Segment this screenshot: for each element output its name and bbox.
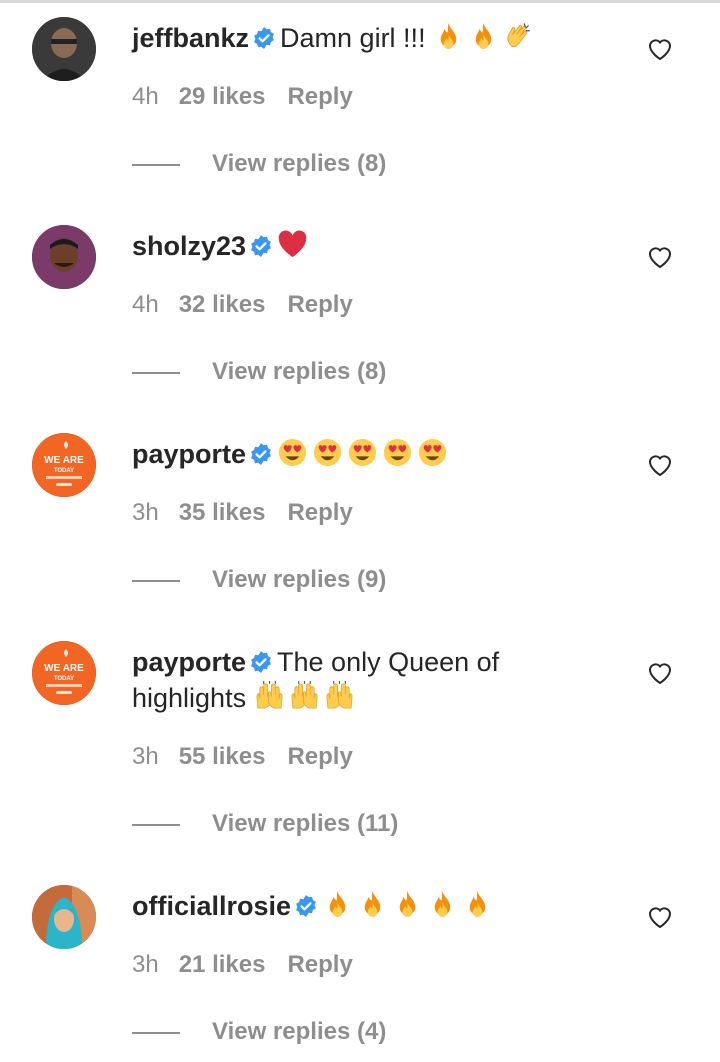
red-heart-emoji-icon [277, 229, 308, 260]
likes-count[interactable]: 21 likes [179, 951, 266, 978]
verified-badge-icon [249, 234, 273, 258]
timestamp: 4h [132, 83, 159, 110]
like-heart-icon[interactable] [646, 451, 674, 479]
fire-emoji-icon [427, 889, 458, 920]
timestamp: 3h [132, 951, 159, 978]
heart-eyes-emoji-icon [347, 437, 378, 468]
username-link[interactable]: sholzy23 [132, 231, 246, 261]
avatar[interactable] [32, 885, 96, 949]
emoji-row [277, 437, 452, 477]
fire-emoji-icon [433, 21, 464, 52]
emoji-row [322, 889, 497, 929]
replies-divider [132, 371, 180, 374]
view-replies-button[interactable]: View replies (8) [132, 150, 386, 178]
reply-button[interactable]: Reply [287, 291, 352, 318]
reply-button[interactable]: Reply [287, 951, 352, 978]
like-heart-icon[interactable] [646, 659, 674, 687]
comment-meta: 3h 21 likes Reply [132, 951, 353, 979]
username-link[interactable]: officiallrosie [132, 891, 291, 921]
avatar[interactable]: WE ARE TODAY [32, 641, 96, 705]
like-heart-icon[interactable] [646, 243, 674, 271]
svg-text:WE ARE: WE ARE [44, 455, 84, 466]
comment-body: officiallrosie [132, 888, 562, 929]
comment-item: jeffbankz Damn girl !!! 4h 29 likes Reply V… [0, 0, 720, 208]
timestamp: 3h [132, 499, 159, 526]
raised-hands-emoji-icon [254, 681, 285, 712]
avatar-image [32, 17, 96, 81]
avatar-image: WE ARE TODAY [32, 433, 96, 497]
comment-text: Damn girl !!! [280, 23, 434, 53]
likes-count[interactable]: 29 likes [179, 83, 266, 110]
comment-body: payporte [132, 436, 562, 477]
avatar-image [32, 225, 96, 289]
fire-emoji-icon [462, 889, 493, 920]
comment-body: sholzy23 [132, 228, 562, 269]
timestamp: 4h [132, 291, 159, 318]
view-replies-label: View replies (8) [212, 150, 387, 177]
heart-eyes-emoji-icon [277, 437, 308, 468]
comment-body: jeffbankz Damn girl !!! [132, 20, 562, 61]
fire-emoji-icon [392, 889, 423, 920]
clap-emoji-icon [503, 21, 534, 52]
emoji-row [277, 229, 312, 269]
comment-item: WE ARE TODAY payporte 3h 35 likes Reply Vi… [0, 416, 720, 624]
comment-meta: 4h 32 likes Reply [132, 291, 353, 319]
raised-hands-emoji-icon [289, 681, 320, 712]
verified-badge-icon [249, 442, 273, 466]
verified-badge-icon [294, 894, 318, 918]
avatar[interactable] [32, 225, 96, 289]
username-link[interactable]: payporte [132, 439, 246, 469]
view-replies-button[interactable]: View replies (9) [132, 566, 386, 594]
view-replies-button[interactable]: View replies (4) [132, 1018, 386, 1046]
avatar-image: WE ARE TODAY [32, 641, 96, 705]
fire-emoji-icon [468, 21, 499, 52]
fire-emoji-icon [357, 889, 388, 920]
fire-emoji-icon [322, 889, 353, 920]
like-heart-icon[interactable] [646, 35, 674, 63]
avatar[interactable]: WE ARE TODAY [32, 433, 96, 497]
emoji-row [254, 681, 359, 721]
comment-meta: 3h 55 likes Reply [132, 743, 353, 771]
heart-eyes-emoji-icon [382, 437, 413, 468]
avatar-image [32, 885, 96, 949]
replies-divider [132, 1031, 180, 1034]
reply-button[interactable]: Reply [287, 743, 352, 770]
username-link[interactable]: payporte [132, 647, 246, 677]
comment-item: sholzy23 4h 32 likes Reply View replies (8… [0, 208, 720, 416]
reply-button[interactable]: Reply [287, 499, 352, 526]
svg-text:TODAY: TODAY [54, 468, 74, 474]
heart-eyes-emoji-icon [417, 437, 448, 468]
raised-hands-emoji-icon [324, 681, 355, 712]
timestamp: 3h [132, 743, 159, 770]
comment-item: officiallrosie 3h 21 likes Reply View repl… [0, 868, 720, 1062]
view-replies-label: View replies (11) [212, 810, 399, 837]
replies-divider [132, 579, 180, 582]
like-heart-icon[interactable] [646, 903, 674, 931]
comment-meta: 3h 35 likes Reply [132, 499, 353, 527]
heart-eyes-emoji-icon [312, 437, 343, 468]
emoji-row [433, 21, 538, 61]
replies-divider [132, 823, 180, 826]
likes-count[interactable]: 35 likes [179, 499, 266, 526]
comment-body: payporte The only Queen of highlights [132, 644, 532, 721]
view-replies-button[interactable]: View replies (8) [132, 358, 386, 386]
verified-badge-icon [249, 650, 273, 674]
view-replies-label: View replies (9) [212, 566, 387, 593]
view-replies-button[interactable]: View replies (11) [132, 810, 398, 838]
verified-badge-icon [252, 26, 276, 50]
svg-text:WE ARE: WE ARE [44, 663, 84, 674]
likes-count[interactable]: 55 likes [179, 743, 266, 770]
likes-count[interactable]: 32 likes [179, 291, 266, 318]
replies-divider [132, 163, 180, 166]
reply-button[interactable]: Reply [287, 83, 352, 110]
avatar[interactable] [32, 17, 96, 81]
view-replies-label: View replies (4) [212, 1018, 387, 1045]
username-link[interactable]: jeffbankz [132, 23, 249, 53]
view-replies-label: View replies (8) [212, 358, 387, 385]
comment-meta: 4h 29 likes Reply [132, 83, 353, 111]
comment-item: WE ARE TODAY payporte The only Queen of h… [0, 624, 720, 868]
svg-text:TODAY: TODAY [54, 676, 74, 682]
